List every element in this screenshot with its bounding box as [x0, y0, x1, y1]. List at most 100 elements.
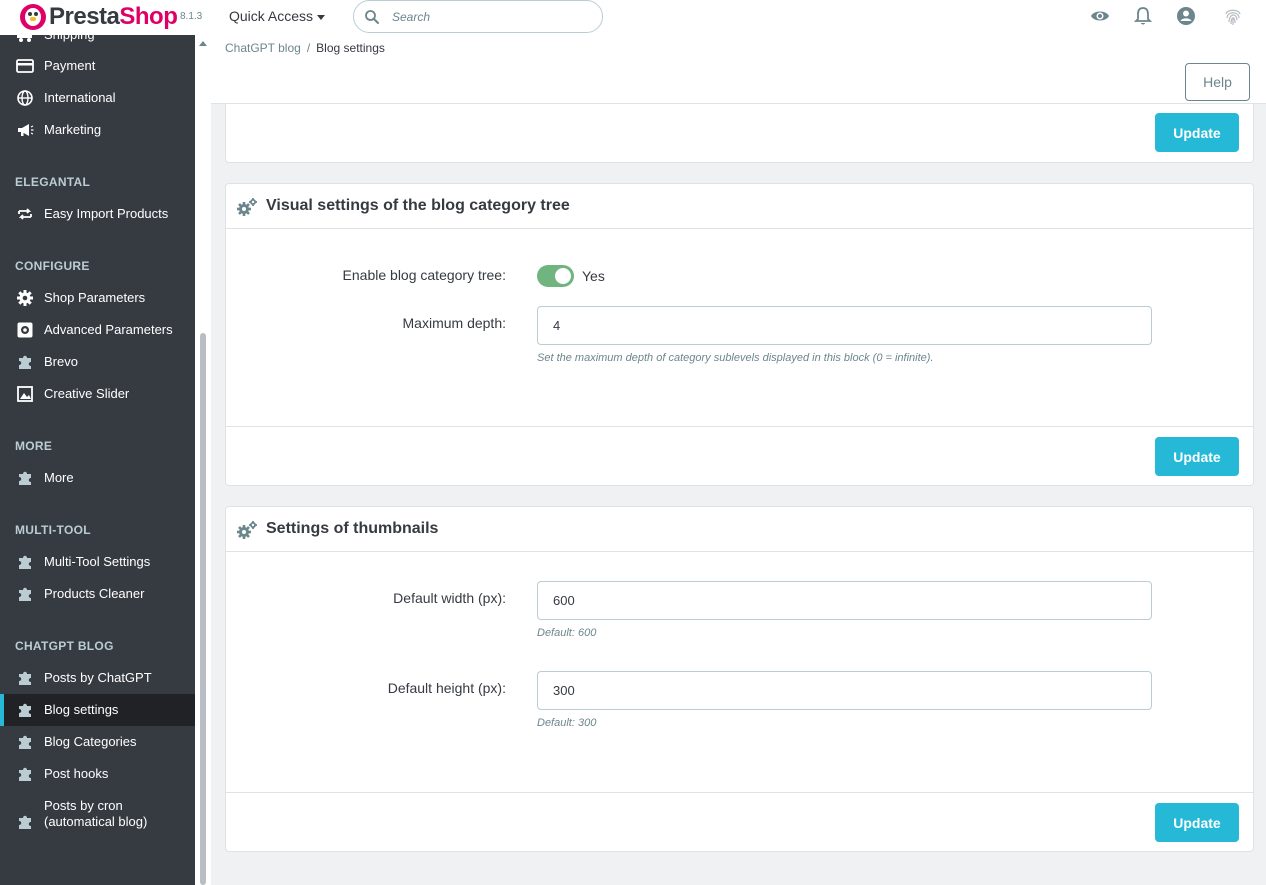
sidebar-item-posts-by-cron[interactable]: Posts by cron (automatical blog) [0, 798, 195, 846]
top-header: PrestaShop 8.1.3 Quick Access [0, 0, 1266, 35]
sidebar-item-label: Shop Parameters [44, 290, 146, 305]
sidebar-item-creative-slider[interactable]: Creative Slider [0, 378, 195, 410]
sidebar-item-international[interactable]: International [0, 82, 195, 114]
sidebar-item-label: Easy Import Products [44, 206, 169, 221]
sidebar-item-shop-parameters[interactable]: Shop Parameters [0, 282, 195, 314]
sidebar-item-brevo[interactable]: Brevo [0, 346, 195, 378]
quick-access-dropdown[interactable]: Quick Access [229, 8, 326, 24]
max-depth-input[interactable] [537, 306, 1152, 345]
version-label: 8.1.3 [180, 11, 203, 22]
puzzle-icon [16, 765, 34, 783]
default-width-label: Default width (px): [393, 590, 506, 606]
search-box[interactable] [353, 0, 603, 33]
sidebar-item-payment[interactable]: Payment [0, 50, 195, 82]
image-icon [16, 385, 34, 403]
max-depth-help: Set the maximum depth of category sublev… [537, 352, 934, 364]
puzzle-icon [16, 469, 34, 487]
sidebar-item-label: Post hooks [44, 766, 109, 781]
puzzle-icon [16, 701, 34, 719]
sidebar-item-label: Products Cleaner [44, 586, 145, 601]
truck-icon [16, 35, 34, 44]
sidebar-item-blog-categories[interactable]: Blog Categories [0, 726, 195, 758]
advanced-gear-icon [16, 321, 34, 339]
panel-header: Visual settings of the blog category tre… [226, 184, 1253, 229]
sidebar-item-multi-tool-settings[interactable]: Multi-Tool Settings [0, 546, 195, 578]
bell-icon[interactable] [1132, 5, 1154, 27]
sidebar-item-blog-settings[interactable]: Blog settings [0, 694, 195, 726]
sidebar-item-marketing[interactable]: Marketing [0, 114, 195, 146]
puzzle-icon [16, 669, 34, 687]
puzzle-icon [16, 553, 34, 571]
sidebar-item-label: Marketing [44, 122, 102, 137]
user-icon[interactable] [1175, 5, 1197, 27]
scroll-up-arrow-icon[interactable] [199, 41, 207, 46]
sidebar-section-elegantal: ELEGANTAL [15, 175, 91, 189]
prestashop-logo[interactable]: PrestaShop [20, 3, 178, 31]
sidebar-item-label: Blog settings [44, 702, 119, 717]
sidebar-item-label: Blog Categories [44, 734, 137, 749]
default-height-label: Default height (px): [387, 680, 506, 696]
swap-icon [16, 205, 34, 223]
default-height-help: Default: 300 [537, 717, 597, 729]
sidebar-scrollbar[interactable] [195, 35, 211, 885]
sidebar-item-label: Posts by cron (automatical blog) [44, 798, 148, 829]
sidebar-item-label: Advanced Parameters [44, 322, 173, 337]
sidebar-section-chatgpt-blog: CHATGPT BLOG [15, 639, 114, 653]
sidebar-item-label: More [44, 470, 74, 485]
sidebar-item-label: Posts by ChatGPT [44, 670, 152, 685]
sidebar-item-label: Shipping [44, 35, 95, 43]
sidebar-item-products-cleaner[interactable]: Products Cleaner [0, 578, 195, 610]
logo-text: PrestaShop [49, 3, 178, 30]
toggle-knob [555, 268, 571, 284]
gear-icon [16, 289, 34, 307]
puzzle-icon [16, 353, 34, 371]
default-width-input[interactable] [537, 581, 1152, 620]
sidebar: Shipping Payment International Marketing… [0, 35, 195, 885]
sidebar-item-shipping[interactable]: Shipping [0, 35, 195, 51]
sidebar-section-configure: CONFIGURE [15, 259, 90, 273]
previous-panel-footer: Update [225, 104, 1254, 163]
category-tree-panel: Visual settings of the blog category tre… [225, 183, 1254, 486]
update-button[interactable]: Update [1155, 437, 1239, 476]
scrollbar-thumb[interactable] [200, 333, 206, 885]
panel-header: Settings of thumbnails [226, 507, 1253, 552]
sidebar-section-multi-tool: MULTI-TOOL [15, 523, 91, 537]
eye-icon[interactable] [1089, 5, 1111, 27]
puzzle-icon [16, 733, 34, 751]
sidebar-item-label: Brevo [44, 354, 78, 369]
enable-tree-label: Enable blog category tree: [342, 267, 506, 283]
quick-access-label: Quick Access [229, 8, 314, 24]
update-button[interactable]: Update [1155, 113, 1239, 152]
sidebar-item-label: Multi-Tool Settings [44, 554, 151, 569]
help-button[interactable]: Help [1185, 63, 1250, 101]
cogs-icon [237, 198, 257, 216]
sidebar-item-post-hooks[interactable]: Post hooks [0, 758, 195, 790]
fingerprint-icon[interactable] [1222, 5, 1244, 27]
toggle-state-label: Yes [582, 268, 605, 284]
sidebar-item-label: Creative Slider [44, 386, 130, 401]
update-button[interactable]: Update [1155, 803, 1239, 842]
sidebar-item-more[interactable]: More [0, 462, 195, 494]
breadcrumb-parent[interactable]: ChatGPT blog [225, 41, 301, 55]
megaphone-icon [16, 121, 34, 139]
puzzle-icon [16, 813, 34, 831]
breadcrumb: ChatGPT blog / Blog settings [225, 41, 385, 55]
search-icon [365, 10, 379, 24]
panel-footer: Update [226, 792, 1253, 852]
panel-title: Settings of thumbnails [266, 520, 439, 537]
search-input[interactable] [392, 8, 592, 26]
page-toolbar: ChatGPT blog / Blog settings Help [211, 35, 1266, 104]
sidebar-item-easy-import-products[interactable]: Easy Import Products [0, 198, 195, 230]
sidebar-item-advanced-parameters[interactable]: Advanced Parameters [0, 314, 195, 346]
panel-title: Visual settings of the blog category tre… [266, 197, 570, 214]
breadcrumb-separator: / [306, 41, 311, 55]
enable-tree-toggle[interactable] [537, 265, 574, 287]
thumbnails-panel: Settings of thumbnails Default width (px… [225, 506, 1254, 852]
cogs-icon [237, 521, 257, 539]
default-width-help: Default: 600 [537, 627, 597, 639]
sidebar-item-label: International [44, 90, 116, 105]
sidebar-item-posts-by-chatgpt[interactable]: Posts by ChatGPT [0, 662, 195, 694]
default-height-input[interactable] [537, 671, 1152, 710]
sidebar-section-more: MORE [15, 439, 53, 453]
breadcrumb-current: Blog settings [316, 41, 385, 55]
